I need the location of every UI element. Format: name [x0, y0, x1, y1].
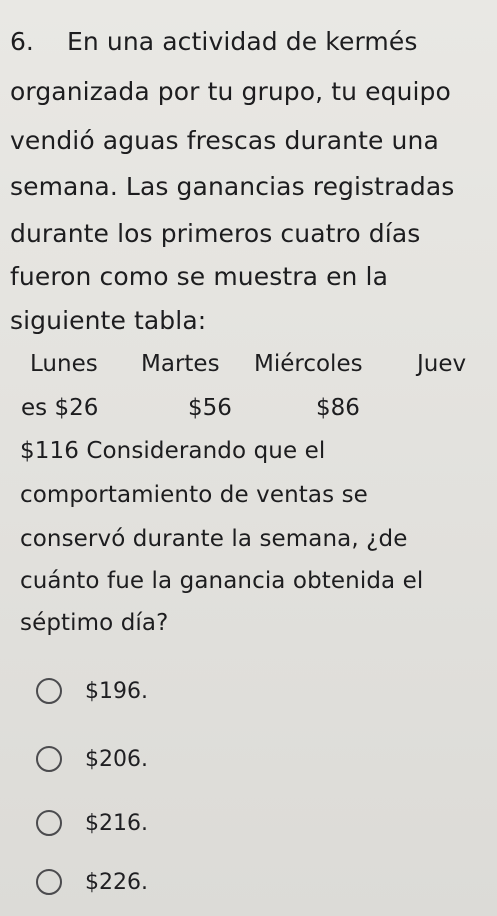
table-header-cell: Martes — [141, 351, 220, 377]
question-continuation-line: $116 Considerando que el — [20, 438, 326, 464]
radio-button[interactable] — [36, 810, 62, 836]
radio-button[interactable] — [36, 869, 62, 895]
question-line: durante los primeros cuatro días — [10, 219, 421, 248]
table-header-cell: Juev — [417, 351, 467, 377]
answer-option[interactable]: $216. — [36, 806, 148, 840]
answer-option-label: $206. — [85, 746, 148, 772]
table-header-cell: Lunes — [30, 351, 98, 377]
question-number: 6. — [10, 27, 34, 56]
quiz-page: 6. En una actividad de kermés organizada… — [0, 0, 497, 916]
answer-option[interactable]: $196. — [36, 674, 148, 708]
question-continuation-line: séptimo día? — [20, 610, 169, 636]
answer-option-label: $226. — [85, 869, 148, 895]
question-continuation-line: cuánto fue la ganancia obtenida el — [20, 568, 424, 594]
question-line: vendió aguas frescas durante una — [10, 126, 439, 155]
table-header-cell: Miércoles — [254, 351, 363, 377]
question-line: fueron como se muestra en la — [10, 262, 389, 291]
table-value-cell: $86 — [316, 395, 360, 421]
answer-option-label: $216. — [85, 810, 148, 836]
radio-button[interactable] — [36, 678, 62, 704]
radio-button[interactable] — [36, 746, 62, 772]
answer-option[interactable]: $206. — [36, 742, 148, 776]
question-line: organizada por tu grupo, tu equipo — [10, 77, 451, 106]
question-line: semana. Las ganancias registradas — [10, 172, 455, 201]
question-line: siguiente tabla: — [10, 306, 207, 335]
question-continuation-line: conservó durante la semana, ¿de — [20, 526, 408, 552]
answer-option[interactable]: $226. — [36, 865, 148, 899]
question-line: En una actividad de kermés — [67, 27, 418, 56]
answer-option-label: $196. — [85, 678, 148, 704]
table-value-cell: es $26 — [21, 395, 99, 421]
table-value-cell: $56 — [188, 395, 232, 421]
question-continuation-line: comportamiento de ventas se — [20, 482, 368, 508]
